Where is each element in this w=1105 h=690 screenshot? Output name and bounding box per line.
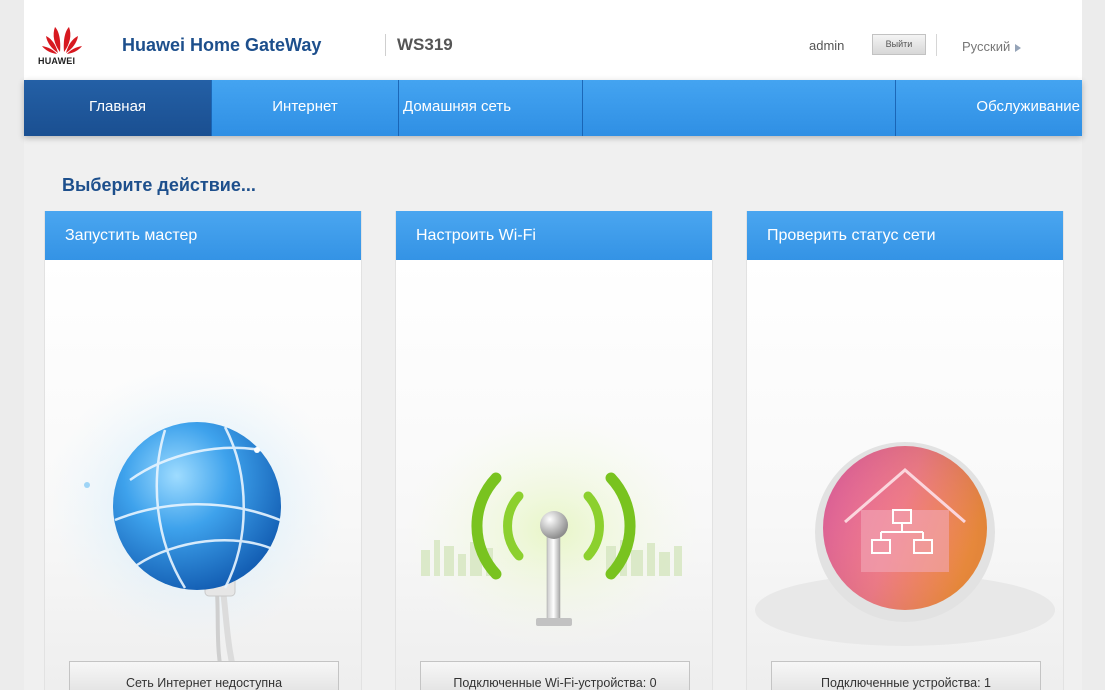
nav-internet[interactable]: Интернет [212,80,398,136]
nav-home-network[interactable]: Домашняя сеть [399,80,582,136]
wifi-card[interactable]: Настроить Wi-Fi Подключенные Wi-Fi-устро… [395,211,713,690]
brand-title: Huawei Home GateWay [122,35,322,55]
language-divider [936,34,937,56]
language-selector[interactable]: Русский [962,39,1022,54]
nav-home[interactable]: Главная [24,80,211,136]
model-name: WS319 [397,35,453,54]
card-body [396,260,712,690]
card-title[interactable]: Запустить мастер [45,211,361,260]
card-title[interactable]: Настроить Wi-Fi [396,211,712,260]
globe-icon [45,365,345,690]
card-title[interactable]: Проверить статус сети [747,211,1063,260]
wizard-card[interactable]: Запустить мастер Сеть Интернет недоступн… [44,211,362,690]
home-network-icon [755,442,1055,646]
wifi-antenna-icon [404,410,704,650]
card-body [747,260,1063,690]
main-nav: Главная Интернет Домашняя сеть Обслужива… [24,80,1082,136]
status-box: Подключенные Wi-Fi-устройства: 0 [420,661,690,690]
header: HUAWEI Huawei Home GateWay WS319 admin В… [24,0,1082,80]
chevron-right-icon [1015,43,1022,52]
card-body [45,260,361,690]
nav-maintenance[interactable]: Обслуживание [896,80,1082,136]
language-label: Русский [962,39,1011,54]
logout-button[interactable]: Выйти [872,34,926,55]
logo-text: HUAWEI [38,56,76,66]
header-divider [385,34,386,56]
router-admin-page: HUAWEI Huawei Home GateWay WS319 admin В… [24,0,1082,690]
page-title: Выберите действие... [62,175,256,195]
network-status-card[interactable]: Проверить статус сети Подключенные устро… [746,211,1064,690]
username: admin [809,38,845,53]
nav-divider [582,80,583,136]
status-box: Сеть Интернет недоступна [69,661,339,690]
status-box: Подключенные устройства: 1 [771,661,1041,690]
